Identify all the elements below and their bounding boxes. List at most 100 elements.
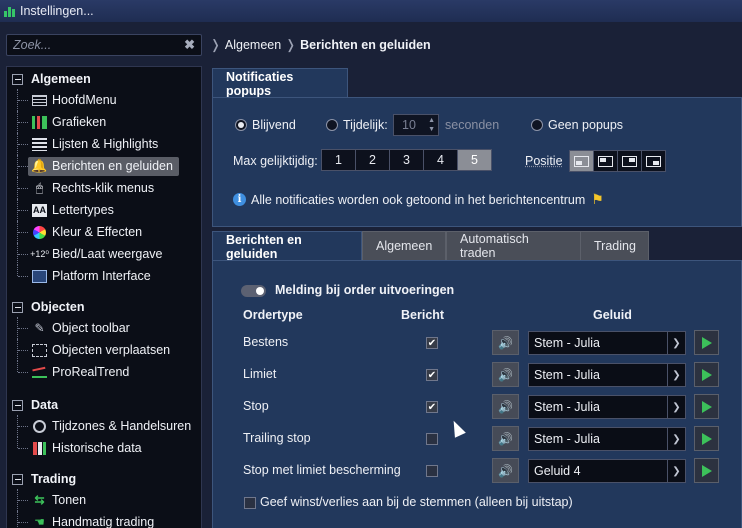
radio-blijvend[interactable]: Blijvend bbox=[235, 118, 296, 132]
radio-label: Geen popups bbox=[548, 118, 624, 132]
radio-dot bbox=[326, 119, 338, 131]
sidebar-item-rechtsklik[interactable]: 🖱 Rechts-klik menus bbox=[7, 177, 201, 199]
bericht-checkbox[interactable] bbox=[426, 433, 438, 445]
speaker-icon[interactable]: 🔊 bbox=[492, 426, 519, 451]
tab-automatisch-traden[interactable]: Automatisch traden bbox=[446, 231, 581, 261]
position-label: Positie bbox=[525, 154, 563, 168]
play-sound-icon[interactable] bbox=[694, 394, 719, 419]
position-selector bbox=[569, 150, 666, 172]
sidebar-item-label: Grafieken bbox=[52, 115, 107, 129]
seconds-unit: seconden bbox=[445, 118, 500, 132]
sidebar-item-hoofdmenu[interactable]: HoofdMenu bbox=[7, 89, 201, 111]
info-message: i Alle notificaties worden ook getoond i… bbox=[233, 191, 604, 208]
position-top-right-icon[interactable] bbox=[617, 150, 642, 172]
bell-icon: 🔔 bbox=[31, 158, 48, 173]
speaker-icon[interactable]: 🔊 bbox=[492, 458, 519, 483]
seconds-stepper[interactable]: 10 ▲ ▼ bbox=[393, 114, 439, 136]
max-option-4[interactable]: 4 bbox=[423, 149, 458, 171]
speaker-icon[interactable]: 🔊 bbox=[492, 330, 519, 355]
position-bottom-left-icon[interactable] bbox=[569, 150, 594, 172]
bericht-checkbox[interactable] bbox=[426, 465, 438, 477]
collapse-icon[interactable] bbox=[12, 73, 23, 85]
tab-trading[interactable]: Trading bbox=[580, 231, 649, 261]
sidebar-item-grafieken[interactable]: Grafieken bbox=[7, 111, 201, 133]
sound-select[interactable]: Stem - Julia ❯ bbox=[528, 363, 686, 387]
search-input[interactable] bbox=[13, 38, 183, 52]
play-sound-icon[interactable] bbox=[694, 330, 719, 355]
play-sound-icon[interactable] bbox=[694, 426, 719, 451]
sidebar-item-tonen[interactable]: ⇆ Tonen bbox=[7, 489, 201, 511]
sidebar-item-label: Kleur & Effecten bbox=[52, 225, 143, 239]
tab-notificaties-popups[interactable]: Notificaties popups bbox=[212, 68, 348, 98]
max-option-3[interactable]: 3 bbox=[389, 149, 424, 171]
sidebar-item-berichten[interactable]: 🔔 Berichten en geluiden bbox=[7, 155, 201, 177]
sidebar-item-kleur[interactable]: Kleur & Effecten bbox=[7, 221, 201, 243]
sidebar-item-lettertypes[interactable]: AA Lettertypes bbox=[7, 199, 201, 221]
sidebar-item-bied[interactable]: +12⁰ Bied/Laat weergave bbox=[7, 243, 201, 265]
group-label: Algemeen bbox=[31, 72, 91, 86]
sidebar-item-label: Rechts-klik menus bbox=[52, 181, 155, 195]
flag-icon: ⚑ bbox=[591, 191, 604, 207]
tab-berichten-en-geluiden[interactable]: Berichten en geluiden bbox=[212, 231, 362, 261]
group-header-algemeen[interactable]: Algemeen bbox=[7, 69, 201, 89]
chevron-down-icon: ❯ bbox=[667, 332, 685, 354]
radio-tijdelijk[interactable]: Tijdelijk: bbox=[326, 118, 388, 132]
radio-label: Blijvend bbox=[252, 118, 296, 132]
profit-loss-checkbox[interactable] bbox=[244, 497, 256, 509]
title-bar: Instellingen... bbox=[0, 0, 742, 22]
radio-dot bbox=[235, 119, 247, 131]
tree-group-data: Data Tijdzones & Handelsuren Historische… bbox=[7, 395, 201, 459]
tree-group-trading: Trading ⇆ Tonen ☚ Handmatig trading bbox=[7, 469, 201, 528]
group-header-data[interactable]: Data bbox=[7, 395, 201, 415]
max-option-2[interactable]: 2 bbox=[355, 149, 390, 171]
sound-select[interactable]: Stem - Julia ❯ bbox=[528, 427, 686, 451]
speaker-icon[interactable]: 🔊 bbox=[492, 362, 519, 387]
bericht-checkbox[interactable]: ✔ bbox=[426, 369, 438, 381]
ordertype-label: Stop bbox=[243, 399, 269, 413]
order-notification-toggle[interactable] bbox=[241, 285, 266, 297]
sidebar-item-label: Lettertypes bbox=[52, 203, 114, 217]
messages-panel: Melding bij order uitvoeringen Ordertype… bbox=[212, 260, 742, 528]
sidebar-item-prorealtrend[interactable]: ProRealTrend bbox=[7, 361, 201, 383]
sidebar-item-label: ProRealTrend bbox=[52, 365, 130, 379]
sidebar-item-label: Berichten en geluiden bbox=[52, 159, 173, 173]
position-bottom-right-icon[interactable] bbox=[641, 150, 666, 172]
speaker-icon[interactable]: 🔊 bbox=[492, 394, 519, 419]
sidebar-item-label: Objecten verplaatsen bbox=[52, 343, 171, 357]
column-geluid: Geluid bbox=[593, 308, 632, 322]
collapse-icon[interactable] bbox=[12, 473, 23, 485]
group-header-objecten[interactable]: Objecten bbox=[7, 297, 201, 317]
breadcrumb-parent[interactable]: Algemeen bbox=[225, 38, 281, 52]
play-sound-icon[interactable] bbox=[694, 362, 719, 387]
sound-select[interactable]: Geluid 4 ❯ bbox=[528, 459, 686, 483]
info-text: Alle notificaties worden ook getoond in … bbox=[251, 192, 586, 207]
profit-loss-label: Geef winst/verlies aan bij de stemmen (a… bbox=[260, 495, 573, 509]
column-bericht: Bericht bbox=[401, 308, 445, 322]
sidebar-item-tijdzones[interactable]: Tijdzones & Handelsuren bbox=[7, 415, 201, 437]
sound-select[interactable]: Stem - Julia ❯ bbox=[528, 395, 686, 419]
max-simultaneous-label: Max gelijktijdig: bbox=[233, 154, 318, 168]
sidebar-item-historische-data[interactable]: Historische data bbox=[7, 437, 201, 459]
toolbar-icon: ✎ bbox=[34, 321, 45, 335]
collapse-icon[interactable] bbox=[12, 301, 23, 313]
sidebar-item-handmatig-trading[interactable]: ☚ Handmatig trading bbox=[7, 511, 201, 528]
sound-select[interactable]: Stem - Julia ❯ bbox=[528, 331, 686, 355]
sidebar-item-lijsten[interactable]: Lijsten & Highlights bbox=[7, 133, 201, 155]
tab-algemeen[interactable]: Algemeen bbox=[362, 231, 446, 261]
notifications-panel: Blijvend Tijdelijk: 10 ▲ ▼ seconden Geen … bbox=[212, 97, 742, 227]
clear-search-icon[interactable]: ✖ bbox=[184, 37, 195, 53]
play-sound-icon[interactable] bbox=[694, 458, 719, 483]
stepper-arrows-icon[interactable]: ▲ ▼ bbox=[428, 116, 435, 134]
group-header-trading[interactable]: Trading bbox=[7, 469, 201, 489]
radio-geen-popups[interactable]: Geen popups bbox=[531, 118, 623, 132]
max-option-5[interactable]: 5 bbox=[457, 149, 492, 171]
sidebar-item-object-toolbar[interactable]: ✎ Object toolbar bbox=[7, 317, 201, 339]
group-label: Trading bbox=[31, 472, 77, 486]
bericht-checkbox[interactable]: ✔ bbox=[426, 401, 438, 413]
sidebar-item-objecten-verplaatsen[interactable]: Objecten verplaatsen bbox=[7, 339, 201, 361]
position-top-left-icon[interactable] bbox=[593, 150, 618, 172]
bericht-checkbox[interactable]: ✔ bbox=[426, 337, 438, 349]
sidebar-item-platform[interactable]: Platform Interface bbox=[7, 265, 201, 287]
collapse-icon[interactable] bbox=[12, 399, 23, 411]
max-option-1[interactable]: 1 bbox=[321, 149, 356, 171]
